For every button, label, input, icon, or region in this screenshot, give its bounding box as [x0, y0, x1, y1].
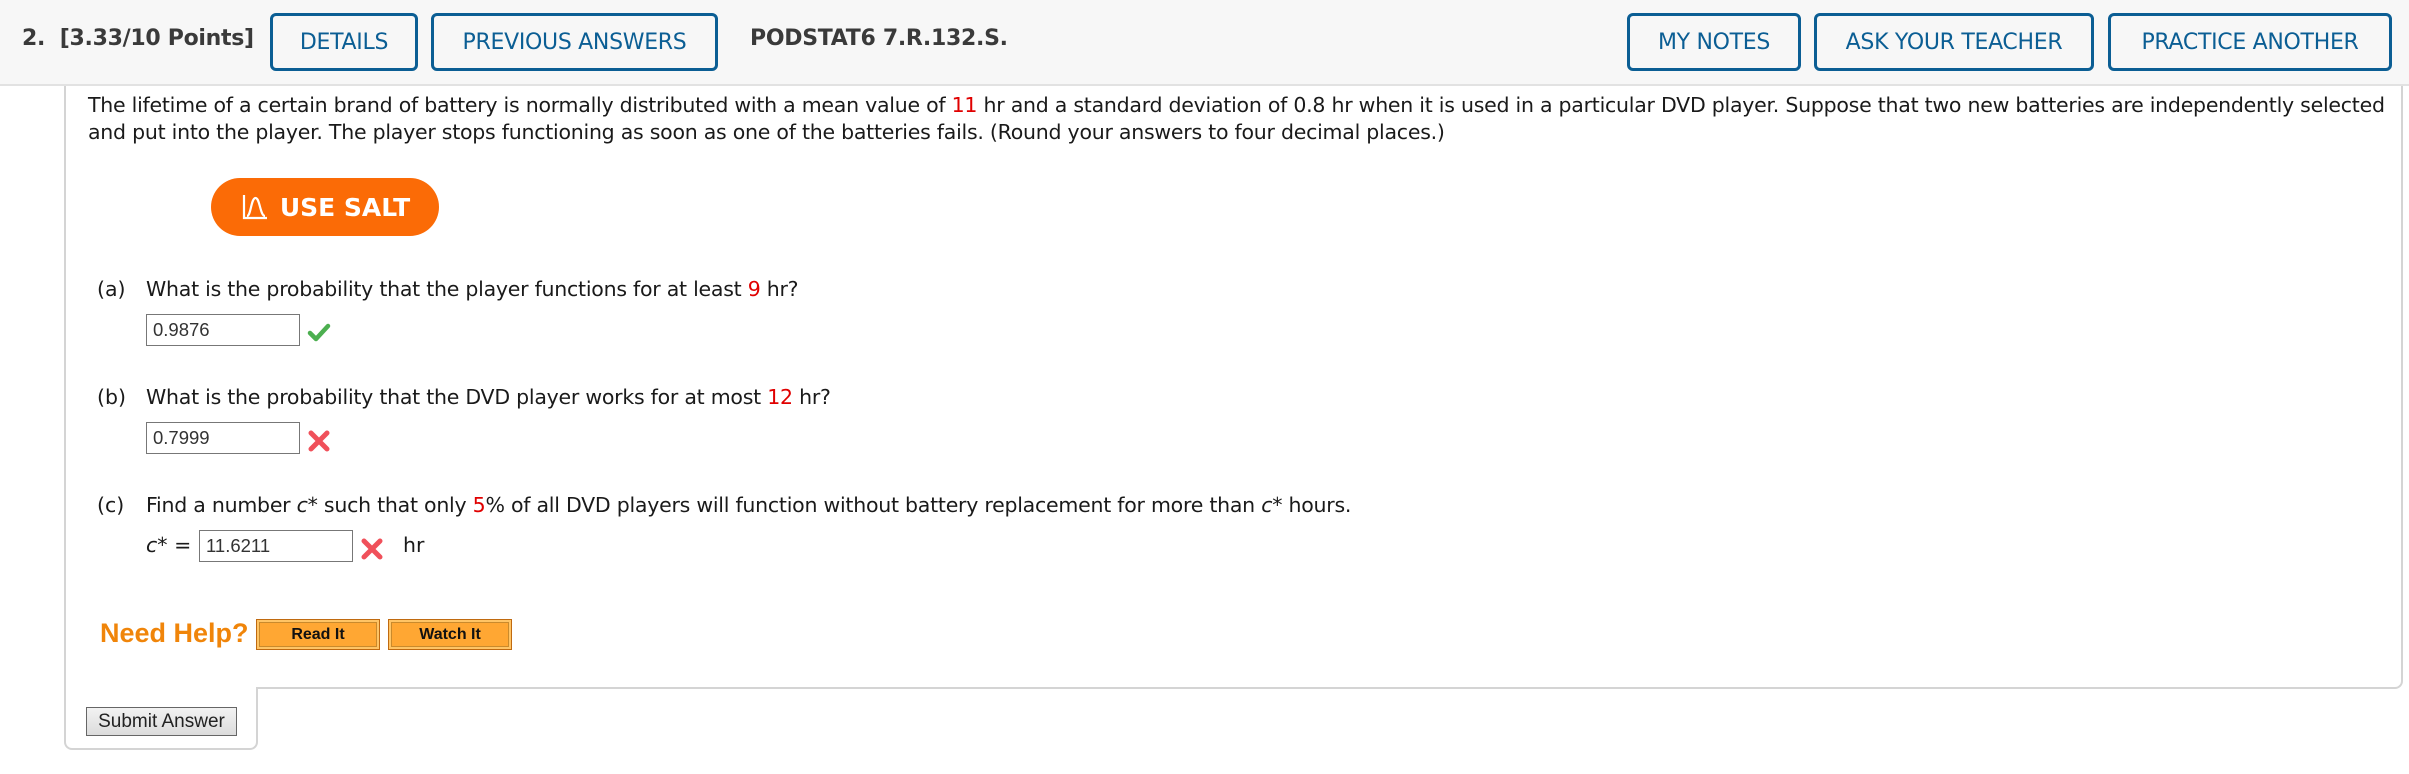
part-c-question: Find a number c* such that only 5% of al…: [146, 493, 1351, 517]
question-text: such that only: [317, 493, 473, 517]
question-text: hr?: [760, 277, 799, 301]
use-salt-button[interactable]: USE SALT: [211, 178, 439, 236]
variable: c*: [1261, 493, 1283, 517]
highlight-value: 12: [767, 385, 793, 409]
question-text: hr?: [792, 385, 831, 409]
part-b-letter: (b): [97, 385, 127, 409]
details-button[interactable]: DETAILS: [270, 13, 418, 71]
part-c-answer-input[interactable]: [199, 530, 353, 562]
highlight-value: 5: [472, 493, 486, 517]
submit-answer-button[interactable]: Submit Answer: [86, 707, 237, 736]
question-number: 2.: [22, 26, 46, 51]
my-notes-button[interactable]: MY NOTES: [1627, 13, 1801, 71]
part-a-answer-input[interactable]: [146, 314, 300, 346]
question-text: % of all DVD players will function witho…: [485, 493, 1262, 517]
practice-another-button[interactable]: PRACTICE ANOTHER: [2108, 13, 2392, 71]
previous-answers-button[interactable]: PREVIOUS ANSWERS: [431, 13, 718, 71]
ask-your-teacher-button[interactable]: ASK YOUR TEACHER: [1814, 13, 2094, 71]
mean-value: 11: [951, 93, 978, 117]
use-salt-label: USE SALT: [279, 192, 411, 222]
unit-label: hr: [403, 533, 425, 557]
part-a-letter: (a): [97, 277, 126, 301]
part-b-answer-input[interactable]: [146, 422, 300, 454]
question-header: 2. [3.33/10 Points] DETAILS PREVIOUS ANS…: [0, 0, 2409, 86]
incorrect-x-icon: [361, 538, 383, 560]
question-text: hours.: [1282, 493, 1352, 517]
salt-curve-icon: [242, 195, 267, 220]
points-label: [3.33/10 Points]: [59, 26, 254, 51]
part-a-question: What is the probability that the player …: [146, 277, 799, 301]
correct-check-icon: [307, 323, 331, 342]
variable: c*: [296, 493, 318, 517]
question-text: What is the probability that the player …: [146, 277, 748, 301]
highlight-value: 9: [747, 277, 761, 301]
question-text: What is the probability that the DVD pla…: [146, 385, 768, 409]
incorrect-x-icon: [308, 430, 330, 452]
problem-statement: The lifetime of a certain brand of batte…: [88, 92, 2388, 146]
question-text: Find a number: [146, 493, 297, 517]
read-it-button[interactable]: Read It: [256, 619, 380, 650]
need-help-label: Need Help?: [100, 618, 249, 648]
variable: c*: [146, 533, 168, 557]
c-star-label: c* =: [146, 533, 191, 557]
watch-it-button[interactable]: Watch It: [388, 619, 512, 650]
part-c-letter: (c): [97, 493, 125, 517]
equals-sign: =: [174, 533, 192, 557]
question-code: PODSTAT6 7.R.132.S.: [750, 26, 1008, 51]
question-points: 2. [3.33/10 Points]: [22, 26, 254, 51]
problem-text: The lifetime of a certain brand of batte…: [88, 93, 952, 117]
part-b-question: What is the probability that the DVD pla…: [146, 385, 831, 409]
